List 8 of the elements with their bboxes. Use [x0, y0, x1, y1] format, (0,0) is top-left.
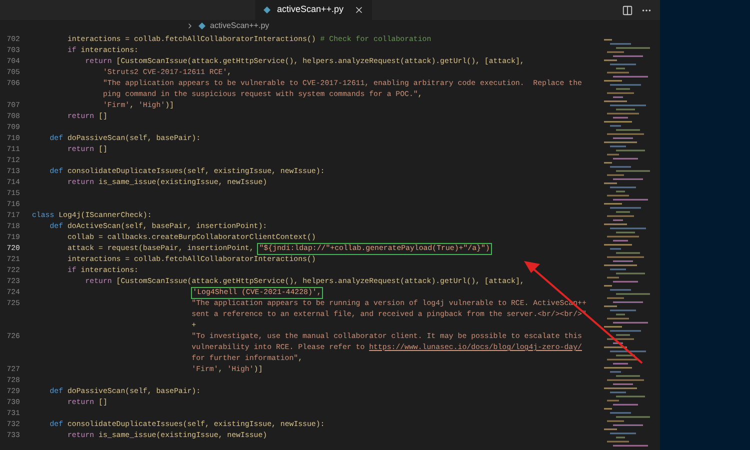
split-editor-icon[interactable]: [622, 4, 633, 16]
file-icon: [263, 6, 271, 14]
editor-tab[interactable]: activeScan++.py: [255, 0, 372, 20]
tab-label: activeScan++.py: [277, 3, 344, 16]
file-icon: [198, 22, 206, 30]
chevron-icon: [186, 22, 194, 30]
close-icon[interactable]: [354, 5, 364, 15]
breadcrumb-item[interactable]: activeScan++.py: [210, 20, 270, 32]
